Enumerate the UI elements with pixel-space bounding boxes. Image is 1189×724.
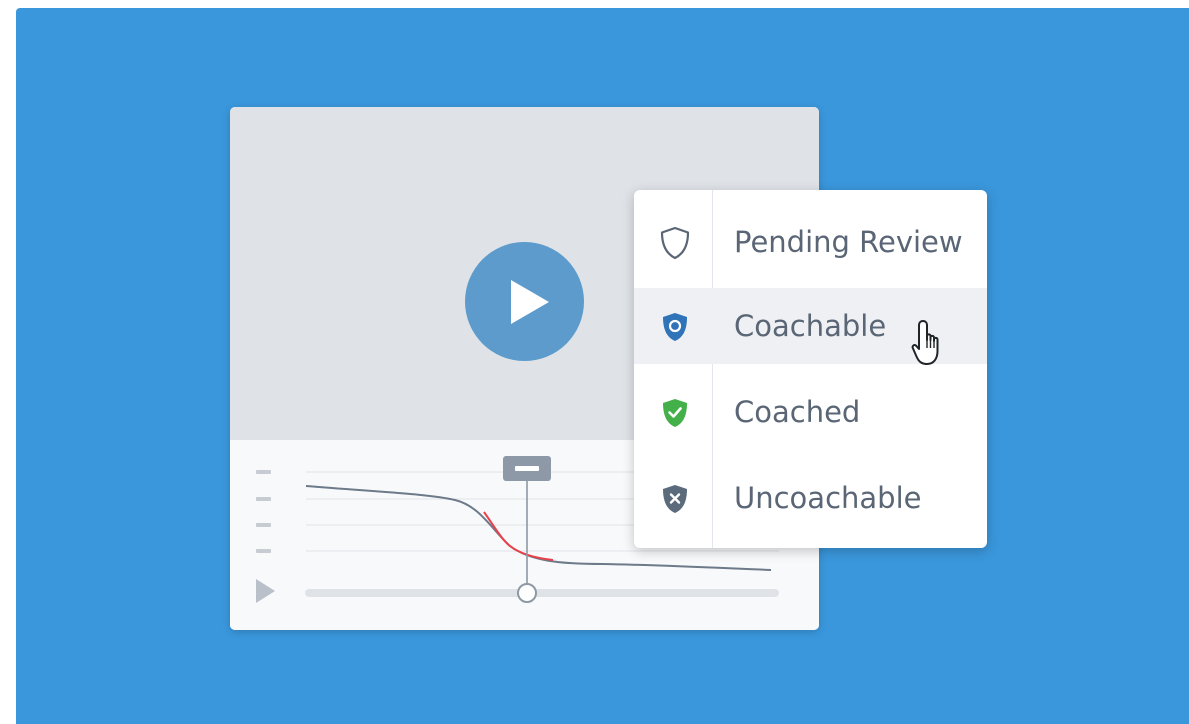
menu-item-coachable[interactable]: Coachable [634, 288, 987, 364]
menu-item-pending-review[interactable]: Pending Review [634, 204, 987, 280]
row-marker [256, 497, 271, 501]
row-marker [256, 523, 271, 527]
shield-check-icon [663, 399, 687, 427]
menu-item-label: Uncoachable [734, 481, 922, 515]
canvas-background: Pending Review Coachable Coached Uncoach… [16, 8, 1189, 724]
menu-item-label: Coachable [734, 309, 887, 343]
row-marker [256, 549, 271, 553]
menu-item-label: Pending Review [734, 225, 963, 259]
play-button[interactable] [465, 242, 584, 361]
menu-item-uncoachable[interactable]: Uncoachable [634, 460, 987, 536]
scrubber-track [305, 589, 779, 597]
small-play-icon [256, 579, 275, 603]
shield-outline-icon [660, 226, 690, 260]
play-icon [511, 280, 549, 324]
menu-item-label: Coached [734, 395, 861, 429]
scrubber-handle [517, 583, 537, 603]
row-marker [256, 470, 271, 474]
playhead-marker-bar [515, 466, 539, 471]
highlight-segment [483, 511, 554, 561]
shield-circle-icon [663, 313, 687, 341]
shield-x-icon [663, 485, 687, 513]
status-dropdown-menu: Pending Review Coachable Coached Uncoach… [634, 190, 987, 548]
menu-item-coached[interactable]: Coached [634, 374, 987, 450]
